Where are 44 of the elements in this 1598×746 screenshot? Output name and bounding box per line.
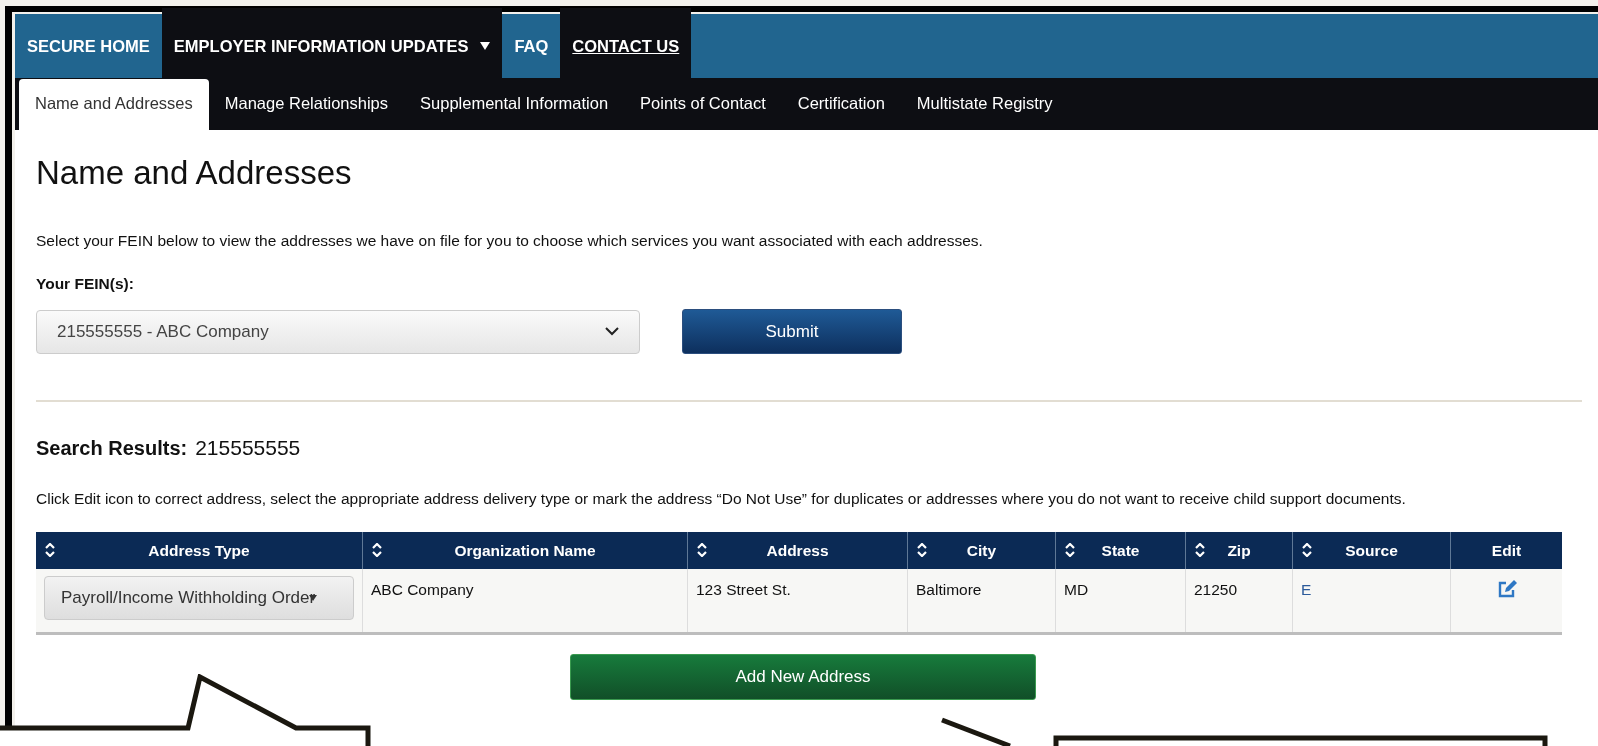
sort-icon[interactable] xyxy=(1302,543,1312,557)
column-header[interactable]: Address xyxy=(687,532,907,569)
nav-link[interactable]: EMPLOYER INFORMATION UPDATES xyxy=(161,8,503,78)
add-new-address-button[interactable]: Add New Address xyxy=(570,654,1036,700)
tab[interactable]: Multistate Registry xyxy=(900,79,1069,130)
fein-label: Your FEIN(s): xyxy=(36,275,135,293)
column-header[interactable]: Zip xyxy=(1185,532,1292,569)
table-cell: ABC Company xyxy=(362,569,687,632)
tab[interactable]: Supplemental Information xyxy=(404,79,625,130)
intro-text: Select your FEIN below to view the addresses we have on file for you to choose which services you want associated with each addresses. xyxy=(36,232,984,250)
submit-button[interactable]: Submit xyxy=(682,309,902,354)
tab[interactable]: Name and Addresses xyxy=(19,79,209,130)
nav-link[interactable]: FAQ xyxy=(502,14,561,78)
source-link[interactable]: E xyxy=(1301,581,1312,598)
column-header[interactable]: Address Type xyxy=(36,532,362,569)
table-cell: 123 Street St. xyxy=(687,569,907,632)
column-header[interactable]: Source xyxy=(1292,532,1450,569)
tab[interactable]: Points of Contact xyxy=(624,79,782,130)
column-header[interactable]: Edit xyxy=(1450,532,1562,569)
edit-icon[interactable] xyxy=(1496,579,1517,599)
sort-icon[interactable] xyxy=(917,543,927,557)
search-results-value: 215555555 xyxy=(195,436,301,460)
fein-select[interactable]: 215555555 - ABC Company xyxy=(36,309,640,354)
column-header[interactable]: City xyxy=(907,532,1055,569)
page-heading: Name and Addresses xyxy=(36,154,353,192)
nav-link[interactable]: CONTACT US xyxy=(560,8,692,78)
search-results-label: Search Results: xyxy=(36,437,188,460)
table-cell: 21250 xyxy=(1185,569,1292,632)
column-header[interactable]: State xyxy=(1055,532,1185,569)
instructions-text: Click Edit icon to correct address, select the appropriate address delivery type or mark the address “Do Not Use” for duplicates or addresses where you do not want to receive child support documents. xyxy=(36,489,1407,509)
tab[interactable]: Certification xyxy=(781,79,901,130)
sort-icon[interactable] xyxy=(372,543,382,557)
sort-icon[interactable] xyxy=(45,543,55,557)
sort-icon[interactable] xyxy=(1195,543,1205,557)
sort-icon[interactable] xyxy=(1065,543,1075,557)
column-header[interactable]: Organization Name xyxy=(362,532,687,569)
chevron-down-icon xyxy=(605,327,619,336)
table-cell: MD xyxy=(1055,569,1185,632)
tab[interactable]: Manage Relationships xyxy=(208,79,405,130)
fein-value: 215555555 - ABC Company xyxy=(57,321,269,342)
address-type-select[interactable]: Payroll/Income Withholding Order xyxy=(44,576,354,620)
table-cell: Baltimore xyxy=(907,569,1055,632)
nav-link[interactable]: SECURE HOME xyxy=(15,14,162,78)
sort-icon[interactable] xyxy=(697,543,707,557)
